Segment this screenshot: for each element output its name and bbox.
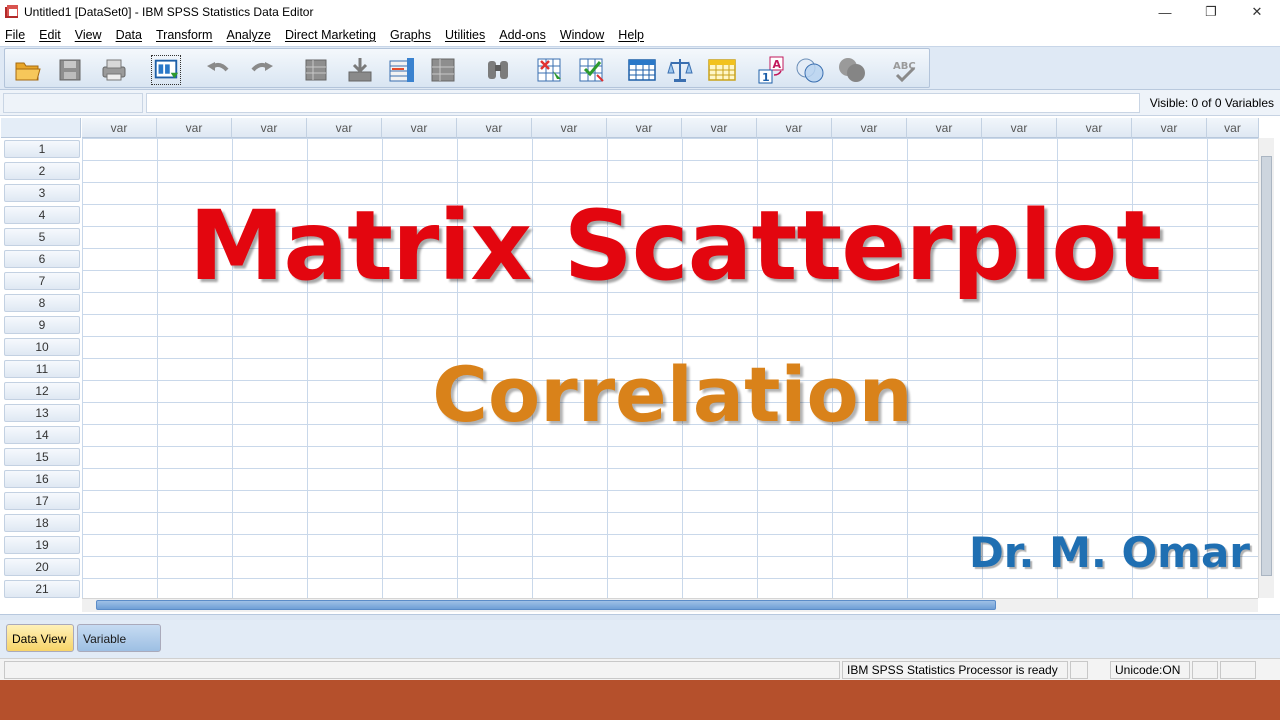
window-title: Untitled1 [DataSet0] - IBM SPSS Statisti…	[24, 5, 314, 19]
column-header[interactable]: var	[757, 118, 832, 138]
status-filler-3	[1220, 661, 1256, 679]
horizontal-scrollbar[interactable]	[82, 598, 1258, 612]
cell-value-field[interactable]	[146, 93, 1140, 113]
row-header[interactable]: 20	[1, 556, 81, 578]
column-header[interactable]: var	[307, 118, 382, 138]
menu-add-ons[interactable]: Add-ons	[494, 28, 555, 42]
row-header[interactable]: 19	[1, 534, 81, 556]
variables-icon[interactable]	[387, 55, 417, 85]
status-filler-1	[1070, 661, 1088, 679]
undo-icon[interactable]	[203, 55, 233, 85]
menu-help[interactable]: Help	[613, 28, 653, 42]
visible-variables-count: Visible: 0 of 0 Variables	[1149, 96, 1274, 110]
open-folder-icon[interactable]	[13, 55, 43, 85]
menu-window[interactable]: Window	[555, 28, 613, 42]
grid-corner[interactable]	[1, 118, 81, 138]
goto-variable-icon[interactable]	[345, 55, 375, 85]
bottom-banner-strip	[0, 680, 1280, 720]
status-bar: IBM SPSS Statistics Processor is ready U…	[0, 658, 1280, 680]
column-header[interactable]: var	[907, 118, 982, 138]
row-header[interactable]: 21	[1, 578, 81, 600]
column-header[interactable]: var	[82, 118, 157, 138]
menu-analyze[interactable]: Analyze	[221, 28, 279, 42]
spell-check-icon[interactable]: ABC	[889, 55, 919, 85]
column-header[interactable]: var	[682, 118, 757, 138]
row-number: 16	[4, 470, 80, 488]
row-number: 20	[4, 558, 80, 576]
minimize-button[interactable]: —	[1142, 0, 1188, 24]
menu-edit[interactable]: Edit	[34, 28, 70, 42]
status-filler-2	[1192, 661, 1218, 679]
row-header[interactable]: 18	[1, 512, 81, 534]
select-cases-icon[interactable]	[707, 55, 737, 85]
menu-transform[interactable]: Transform	[151, 28, 222, 42]
cell-editor-bar: Visible: 0 of 0 Variables	[0, 90, 1280, 116]
row-number: 17	[4, 492, 80, 510]
row-header[interactable]: 2	[1, 160, 81, 182]
row-header[interactable]: 15	[1, 446, 81, 468]
svg-text:1: 1	[762, 71, 770, 84]
row-number: 18	[4, 514, 80, 532]
split-file-icon[interactable]	[627, 55, 657, 85]
svg-text:A: A	[773, 58, 782, 71]
cell-reference-field[interactable]	[3, 93, 143, 113]
processor-status: IBM SPSS Statistics Processor is ready	[842, 661, 1068, 679]
menu-file[interactable]: File	[0, 28, 34, 42]
column-header[interactable]: var	[607, 118, 682, 138]
row-number: 19	[4, 536, 80, 554]
close-button[interactable]: ✕	[1234, 0, 1280, 24]
menu-graphs[interactable]: Graphs	[385, 28, 440, 42]
insert-cases-icon[interactable]	[535, 55, 565, 85]
column-header[interactable]: var	[982, 118, 1057, 138]
show-all-variables-icon[interactable]	[837, 55, 867, 85]
column-header[interactable]: var	[232, 118, 307, 138]
column-header[interactable]: var	[1057, 118, 1132, 138]
overlay-title: Matrix Scatterplot	[188, 190, 1162, 302]
row-number: 9	[4, 316, 80, 334]
column-header[interactable]: var	[457, 118, 532, 138]
horizontal-scroll-thumb[interactable]	[96, 600, 996, 610]
row-number: 21	[4, 580, 80, 598]
save-icon[interactable]	[55, 55, 85, 85]
weight-cases-icon[interactable]	[665, 55, 695, 85]
print-icon[interactable]	[99, 55, 129, 85]
view-tabs-bar: Data View Variable View	[0, 620, 1280, 674]
tab-data-view[interactable]: Data View	[6, 624, 74, 652]
menu-bar: File Edit View Data Transform Analyze Di…	[0, 24, 1280, 46]
use-sets-icon[interactable]	[795, 55, 825, 85]
row-number: 2	[4, 162, 80, 180]
insert-variable-icon[interactable]	[577, 55, 607, 85]
menu-view[interactable]: View	[70, 28, 111, 42]
overlay-subtitle: Correlation	[432, 350, 913, 439]
restore-button[interactable]: ❐	[1188, 0, 1234, 24]
row-header[interactable]: 16	[1, 468, 81, 490]
row-header[interactable]: 17	[1, 490, 81, 512]
column-header[interactable]: var	[382, 118, 457, 138]
goto-case-icon[interactable]	[301, 55, 331, 85]
row-header[interactable]: 1	[1, 138, 81, 160]
menu-direct-marketing[interactable]: Direct Marketing	[280, 28, 385, 42]
redo-icon[interactable]	[247, 55, 277, 85]
spss-app-icon[interactable]	[4, 4, 20, 20]
toolbar: A 1 ABC	[4, 48, 930, 88]
row-number: 1	[4, 140, 80, 158]
find-icon[interactable]	[483, 55, 513, 85]
title-bar: Untitled1 [DataSet0] - IBM SPSS Statisti…	[0, 0, 1280, 24]
run-descriptive-icon[interactable]	[429, 55, 459, 85]
column-header[interactable]: var	[1132, 118, 1207, 138]
column-header[interactable]: var	[832, 118, 907, 138]
column-header[interactable]: var	[1207, 118, 1259, 138]
status-message	[4, 661, 840, 679]
value-labels-icon[interactable]: A 1	[757, 55, 787, 85]
tab-variable-view[interactable]: Variable View	[77, 624, 161, 674]
overlay-author: Dr. M. Omar	[968, 528, 1250, 577]
row-header[interactable]: 9	[1, 314, 81, 336]
recall-dialog-icon[interactable]	[151, 55, 181, 85]
menu-data[interactable]: Data	[111, 28, 151, 42]
column-header[interactable]: var	[532, 118, 607, 138]
row-number: 15	[4, 448, 80, 466]
unicode-status: Unicode:ON	[1110, 661, 1190, 679]
column-header[interactable]: var	[157, 118, 232, 138]
menu-utilities[interactable]: Utilities	[440, 28, 494, 42]
